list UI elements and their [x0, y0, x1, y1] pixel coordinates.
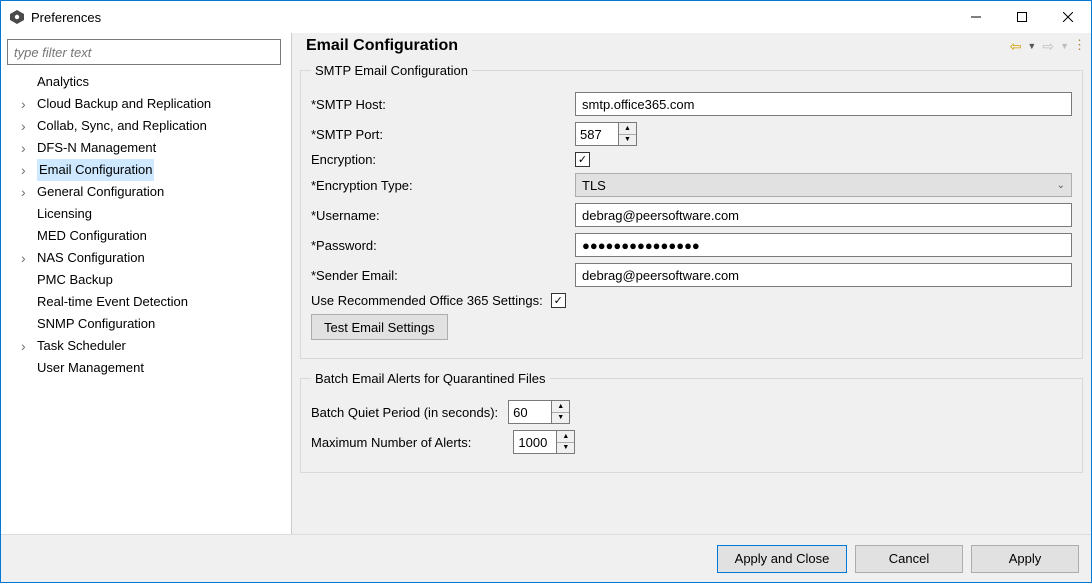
tree-item-user-management[interactable]: User Management [21, 357, 285, 379]
close-button[interactable] [1045, 1, 1091, 33]
chevron-right-icon[interactable]: › [21, 335, 33, 357]
tree-item-analytics[interactable]: Analytics [21, 71, 285, 93]
max-alerts-input[interactable] [513, 430, 557, 454]
batch-group: Batch Email Alerts for Quarantined Files… [300, 371, 1083, 473]
spin-down-icon[interactable]: ▼ [619, 135, 636, 146]
chevron-right-icon[interactable]: › [21, 181, 33, 203]
app-icon [9, 9, 25, 25]
encryption-checkbox[interactable]: ✓ [575, 152, 590, 167]
username-label: *Username: [311, 208, 571, 223]
spin-up-icon[interactable]: ▲ [552, 401, 569, 413]
chevron-right-icon[interactable]: › [21, 93, 33, 115]
window-title: Preferences [31, 10, 101, 25]
quiet-period-spinner[interactable]: ▲▼ [508, 400, 570, 424]
tree-item-label: PMC Backup [37, 269, 113, 291]
batch-group-legend: Batch Email Alerts for Quarantined Files [311, 371, 550, 386]
test-email-button[interactable]: Test Email Settings [311, 314, 448, 340]
sidebar: Analytics›Cloud Backup and Replication›C… [1, 33, 291, 534]
spin-up-icon[interactable]: ▲ [557, 431, 574, 443]
tree-item-cloud-backup-and-replication[interactable]: ›Cloud Backup and Replication [21, 93, 285, 115]
quiet-period-label: Batch Quiet Period (in seconds): [311, 405, 504, 420]
encryption-type-select[interactable]: TLS ⌄ [575, 173, 1072, 197]
tree-item-task-scheduler[interactable]: ›Task Scheduler [21, 335, 285, 357]
main-header: Email Configuration ⇦ ▼ ⇨ ▼ [292, 33, 1091, 63]
preferences-tree: Analytics›Cloud Backup and Replication›C… [7, 71, 285, 379]
encryption-label: Encryption: [311, 152, 571, 167]
chevron-right-icon[interactable]: › [21, 159, 33, 181]
smtp-port-label: *SMTP Port: [311, 127, 571, 142]
chevron-right-icon[interactable]: › [21, 137, 33, 159]
tree-item-general-configuration[interactable]: ›General Configuration [21, 181, 285, 203]
tree-item-label: User Management [37, 357, 144, 379]
page-title: Email Configuration [306, 37, 1010, 55]
username-input[interactable] [575, 203, 1072, 227]
tree-item-label: General Configuration [37, 181, 164, 203]
chevron-down-icon: ⌄ [1057, 180, 1065, 191]
smtp-host-label: *SMTP Host: [311, 97, 571, 112]
tree-item-snmp-configuration[interactable]: SNMP Configuration [21, 313, 285, 335]
maximize-button[interactable] [999, 1, 1045, 33]
use-recommended-checkbox[interactable]: ✓ [551, 293, 566, 308]
tree-item-dfs-n-management[interactable]: ›DFS-N Management [21, 137, 285, 159]
tree-item-label: Collab, Sync, and Replication [37, 115, 207, 137]
tree-item-email-configuration[interactable]: ›Email Configuration [21, 159, 285, 181]
filter-input[interactable] [7, 39, 281, 65]
tree-item-label: Licensing [37, 203, 92, 225]
tree-item-label: DFS-N Management [37, 137, 156, 159]
encryption-type-label: *Encryption Type: [311, 178, 571, 193]
tree-item-label: Task Scheduler [37, 335, 126, 357]
spin-down-icon[interactable]: ▼ [552, 413, 569, 424]
password-input[interactable] [575, 233, 1072, 257]
titlebar: Preferences [1, 1, 1091, 33]
tree-item-licensing[interactable]: Licensing [21, 203, 285, 225]
tree-item-label: MED Configuration [37, 225, 147, 247]
footer: Apply and Close Cancel Apply [1, 534, 1091, 582]
chevron-right-icon[interactable]: › [21, 115, 33, 137]
password-label: *Password: [311, 238, 571, 253]
chevron-right-icon[interactable]: › [21, 247, 33, 269]
quiet-period-input[interactable] [508, 400, 552, 424]
tree-item-label: Analytics [37, 71, 89, 93]
spin-down-icon[interactable]: ▼ [557, 443, 574, 454]
smtp-group-legend: SMTP Email Configuration [311, 63, 472, 78]
encryption-type-value: TLS [582, 178, 606, 193]
max-alerts-label: Maximum Number of Alerts: [311, 435, 509, 450]
minimize-button[interactable] [953, 1, 999, 33]
menu-icon[interactable] [1075, 39, 1081, 53]
tree-item-label: SNMP Configuration [37, 313, 155, 335]
forward-dropdown-icon: ▼ [1060, 39, 1069, 53]
apply-and-close-button[interactable]: Apply and Close [717, 545, 847, 573]
tree-item-real-time-event-detection[interactable]: Real-time Event Detection [21, 291, 285, 313]
tree-item-nas-configuration[interactable]: ›NAS Configuration [21, 247, 285, 269]
use-recommended-label: Use Recommended Office 365 Settings: [311, 293, 547, 308]
cancel-button[interactable]: Cancel [855, 545, 963, 573]
apply-button[interactable]: Apply [971, 545, 1079, 573]
window-controls [953, 1, 1091, 33]
forward-icon: ⇨ [1042, 39, 1054, 53]
tree-item-pmc-backup[interactable]: PMC Backup [21, 269, 285, 291]
back-dropdown-icon[interactable]: ▼ [1027, 39, 1036, 53]
tree-item-label: Real-time Event Detection [37, 291, 188, 313]
smtp-host-input[interactable] [575, 92, 1072, 116]
sender-email-input[interactable] [575, 263, 1072, 287]
main-panel: Email Configuration ⇦ ▼ ⇨ ▼ SMTP Email C… [291, 33, 1091, 534]
tree-item-collab-sync-and-replication[interactable]: ›Collab, Sync, and Replication [21, 115, 285, 137]
spin-up-icon[interactable]: ▲ [619, 123, 636, 135]
smtp-port-spinner[interactable]: ▲▼ [575, 122, 637, 146]
tree-item-label: Email Configuration [37, 159, 154, 181]
sender-email-label: *Sender Email: [311, 268, 571, 283]
tree-item-med-configuration[interactable]: MED Configuration [21, 225, 285, 247]
tree-item-label: Cloud Backup and Replication [37, 93, 211, 115]
smtp-group: SMTP Email Configuration *SMTP Host: *SM… [300, 63, 1083, 359]
max-alerts-spinner[interactable]: ▲▼ [513, 430, 575, 454]
tree-item-label: NAS Configuration [37, 247, 145, 269]
smtp-port-input[interactable] [575, 122, 619, 146]
back-icon[interactable]: ⇦ [1010, 39, 1022, 53]
